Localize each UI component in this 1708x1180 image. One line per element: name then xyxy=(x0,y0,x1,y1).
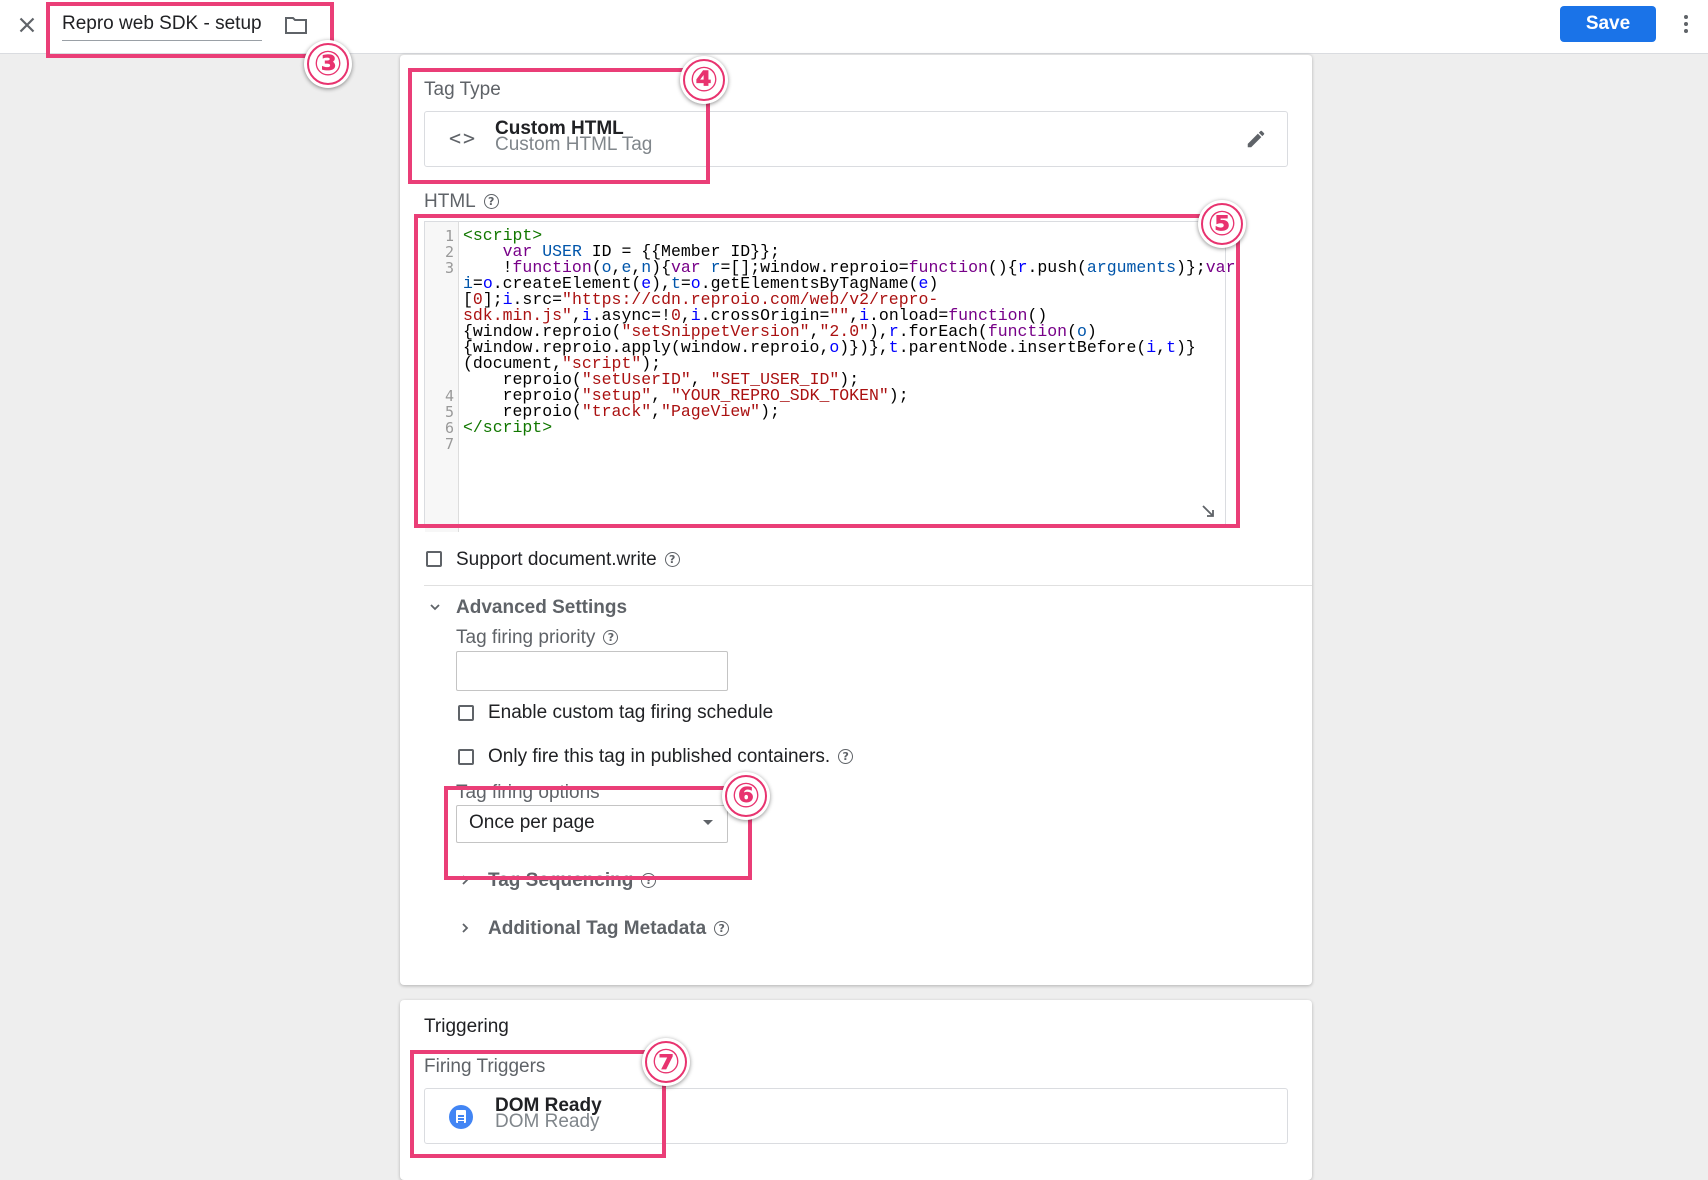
triggering-title: Triggering xyxy=(424,1016,509,1037)
tag-firing-priority-label: Tag firing priority? xyxy=(456,627,619,649)
help-icon[interactable]: ? xyxy=(483,194,499,210)
help-icon[interactable]: ? xyxy=(838,749,854,765)
published-only-text: Only fire this tag in published containe… xyxy=(488,746,831,767)
annotation-box-7 xyxy=(410,1050,666,1158)
divider xyxy=(424,585,1312,586)
save-button[interactable]: Save xyxy=(1560,6,1656,42)
annotation-number-5: ⑤ xyxy=(1198,200,1246,248)
annotation-box-4 xyxy=(408,68,710,184)
chevron-down-icon[interactable] xyxy=(428,600,442,614)
support-document-write-text: Support document.write xyxy=(456,549,657,570)
annotation-box-3 xyxy=(46,2,334,58)
enable-schedule-checkbox[interactable] xyxy=(458,705,474,721)
additional-tag-metadata-text: Additional Tag Metadata xyxy=(488,918,707,939)
help-icon[interactable]: ? xyxy=(714,921,730,937)
published-only-checkbox[interactable] xyxy=(458,749,474,765)
annotation-box-5 xyxy=(414,214,1240,528)
tag-firing-priority-input[interactable] xyxy=(456,651,728,691)
support-document-write-checkbox[interactable] xyxy=(426,551,442,567)
enable-schedule-label: Enable custom tag firing schedule xyxy=(488,702,774,723)
help-icon[interactable]: ? xyxy=(603,630,619,646)
additional-tag-metadata-toggle[interactable]: Additional Tag Metadata? xyxy=(488,918,730,940)
pencil-icon[interactable] xyxy=(1245,128,1267,150)
chevron-right-icon[interactable] xyxy=(458,921,472,935)
support-document-write-label: Support document.write? xyxy=(456,549,680,571)
help-icon[interactable]: ? xyxy=(664,552,680,568)
annotation-number-3: ③ xyxy=(304,40,352,88)
annotation-number-4: ④ xyxy=(680,56,728,104)
published-only-label: Only fire this tag in published containe… xyxy=(488,746,854,768)
annotation-number-7: ⑦ xyxy=(642,1038,690,1086)
advanced-settings-toggle[interactable]: Advanced Settings xyxy=(456,597,627,619)
more-options-icon[interactable] xyxy=(1680,12,1692,38)
annotation-number-6: ⑥ xyxy=(722,772,770,820)
html-label-text: HTML xyxy=(424,191,476,212)
html-label: HTML? xyxy=(424,191,499,213)
close-icon[interactable] xyxy=(14,12,40,38)
tag-firing-priority-text: Tag firing priority xyxy=(456,627,596,648)
annotation-box-6 xyxy=(444,786,752,880)
